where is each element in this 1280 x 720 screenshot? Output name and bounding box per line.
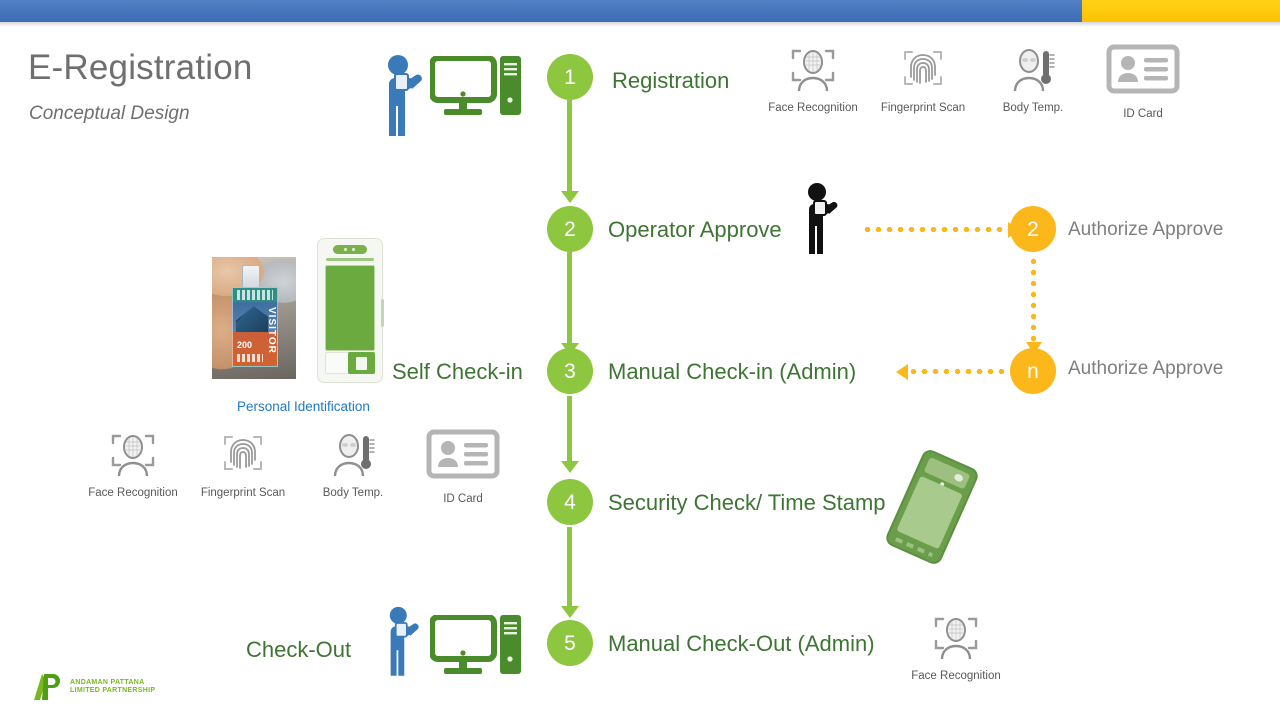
company-logo: ANDAMAN PATTANA LIMITED PARTNERSHIP: [32, 672, 155, 702]
flow-node-number: 4: [564, 490, 576, 514]
authorize-node-number: n: [1027, 359, 1039, 383]
logo-mark-ap-icon: [32, 672, 66, 702]
biometric-item-id-card: ID Card: [1088, 40, 1198, 120]
logo-text: ANDAMAN PATTANA LIMITED PARTNERSHIP: [70, 679, 155, 695]
flow-node-number: 3: [564, 359, 576, 383]
kiosk-screen[interactable]: [325, 265, 375, 351]
handheld-scanner-device[interactable]: [883, 447, 981, 567]
id-card-icon: [1106, 40, 1180, 98]
desktop-monitor-icon: [430, 56, 521, 115]
person-with-tablet-black-icon: [807, 183, 838, 254]
biometric-item-fingerprint-scan: Fingerprint Scan: [188, 425, 298, 499]
flow-node-4[interactable]: 4: [547, 479, 593, 525]
registration-actor-group: [376, 54, 424, 148]
kiosk-side-button[interactable]: [381, 299, 384, 327]
kiosk-light-bar: [326, 258, 374, 261]
face-recognition-icon: [789, 40, 837, 98]
biometrics-row-bottom: Face Recognition Fingerprint Scan Body T…: [78, 425, 518, 505]
flow-node-3[interactable]: 3: [547, 348, 593, 394]
page-title: E-Registration: [28, 48, 253, 87]
person-with-tablet-blue-icon: [387, 55, 422, 136]
flow-arrow-3-to-4: [567, 396, 572, 462]
biometrics-row-checkout: Face Recognition: [901, 608, 1011, 682]
logo-line-2: LIMITED PARTNERSHIP: [70, 687, 156, 694]
top-bar-shadow: [0, 22, 1280, 27]
biometric-label: Fingerprint Scan: [200, 487, 286, 499]
flow-node-5[interactable]: 5: [547, 620, 593, 666]
authorize-label-n: Authorize Approve: [1068, 358, 1224, 379]
authorize-arrow-n-to-step-3: [896, 363, 1004, 380]
biometric-item-id-card: ID Card: [408, 425, 518, 505]
flow-label-2: Operator Approve: [608, 217, 782, 242]
biometric-item-body-temp: Body Temp.: [978, 40, 1088, 114]
kiosk-camera-bar: [333, 245, 367, 254]
biometric-label: Body Temp.: [1002, 102, 1064, 114]
person-with-tablet-blue-icon: [388, 606, 419, 676]
authorize-arrow-2-to-n: [1025, 256, 1042, 354]
personal-identification-caption: Personal Identification: [237, 399, 370, 414]
flow-label-4: Security Check/ Time Stamp: [608, 490, 886, 515]
checkout-actor-group: [376, 606, 424, 686]
authorize-node-2[interactable]: 2: [1010, 206, 1056, 252]
flow-arrow-4-to-5: [567, 527, 572, 607]
self-checkin-kiosk[interactable]: [317, 238, 384, 383]
logo-line-1: ANDAMAN PATTANA: [70, 678, 145, 686]
flow-arrow-2-to-3: [567, 252, 572, 344]
slide-canvas: E-Registration Conceptual Design Face Re…: [0, 0, 1280, 720]
operator-actor: [798, 182, 840, 260]
biometric-label: ID Card: [443, 493, 483, 505]
biometric-label: Face Recognition: [911, 670, 1001, 682]
authorize-label-2: Authorize Approve: [1068, 219, 1224, 240]
badge-number: 200: [237, 340, 253, 350]
biometric-label: Face Recognition: [88, 487, 178, 499]
kiosk-scanner[interactable]: [348, 352, 375, 374]
checkout-computer-group: [430, 615, 522, 677]
biometric-item-face-recognition: Face Recognition: [901, 608, 1011, 682]
top-accent-bar-blue: [0, 0, 1082, 22]
self-checkin-label: Self Check-in: [392, 359, 523, 384]
face-recognition-icon: [109, 425, 157, 483]
biometric-item-body-temp: Body Temp.: [298, 425, 408, 499]
flow-node-number: 2: [564, 217, 576, 241]
biometrics-row-top: Face Recognition Fingerprint Scan Body T…: [758, 40, 1198, 120]
flow-node-number: 5: [564, 631, 576, 655]
flow-node-1[interactable]: 1: [547, 54, 593, 100]
biometric-label: Face Recognition: [768, 102, 858, 114]
registration-computer-group: [430, 56, 522, 118]
flow-label-3: Manual Check-in (Admin): [608, 359, 857, 384]
biometric-label: ID Card: [1123, 108, 1163, 120]
biometric-item-face-recognition: Face Recognition: [758, 40, 868, 114]
flow-label-1: Registration: [612, 68, 730, 93]
handheld-camera-lens: [953, 472, 965, 483]
flow-node-2[interactable]: 2: [547, 206, 593, 252]
fingerprint-scan-icon: [899, 40, 947, 98]
id-card-icon: [426, 425, 500, 483]
visitor-badge-photo: 200 VISITOR: [212, 257, 296, 379]
face-recognition-icon: [932, 608, 980, 666]
biometric-label: Body Temp.: [322, 487, 384, 499]
flow-label-5: Manual Check-Out (Admin): [608, 631, 875, 656]
badge-visitor-text: VISITOR: [266, 306, 277, 354]
desktop-monitor-icon: [430, 615, 521, 674]
body-temp-icon: [1009, 40, 1057, 98]
body-temp-icon: [329, 425, 377, 483]
biometric-label: Fingerprint Scan: [880, 102, 966, 114]
flow-node-number: 1: [564, 65, 576, 89]
check-out-label: Check-Out: [246, 637, 352, 662]
authorize-node-n[interactable]: n: [1010, 348, 1056, 394]
handheld-display[interactable]: [896, 475, 963, 550]
biometric-item-face-recognition: Face Recognition: [78, 425, 188, 499]
biometric-item-fingerprint-scan: Fingerprint Scan: [868, 40, 978, 114]
fingerprint-scan-icon: [219, 425, 267, 483]
authorize-arrow-to-node-2: [862, 221, 1020, 238]
authorize-node-number: 2: [1027, 217, 1039, 241]
top-accent-bar-yellow: [1082, 0, 1280, 22]
flow-arrow-1-to-2: [567, 100, 572, 192]
page-subtitle: Conceptual Design: [29, 103, 190, 124]
